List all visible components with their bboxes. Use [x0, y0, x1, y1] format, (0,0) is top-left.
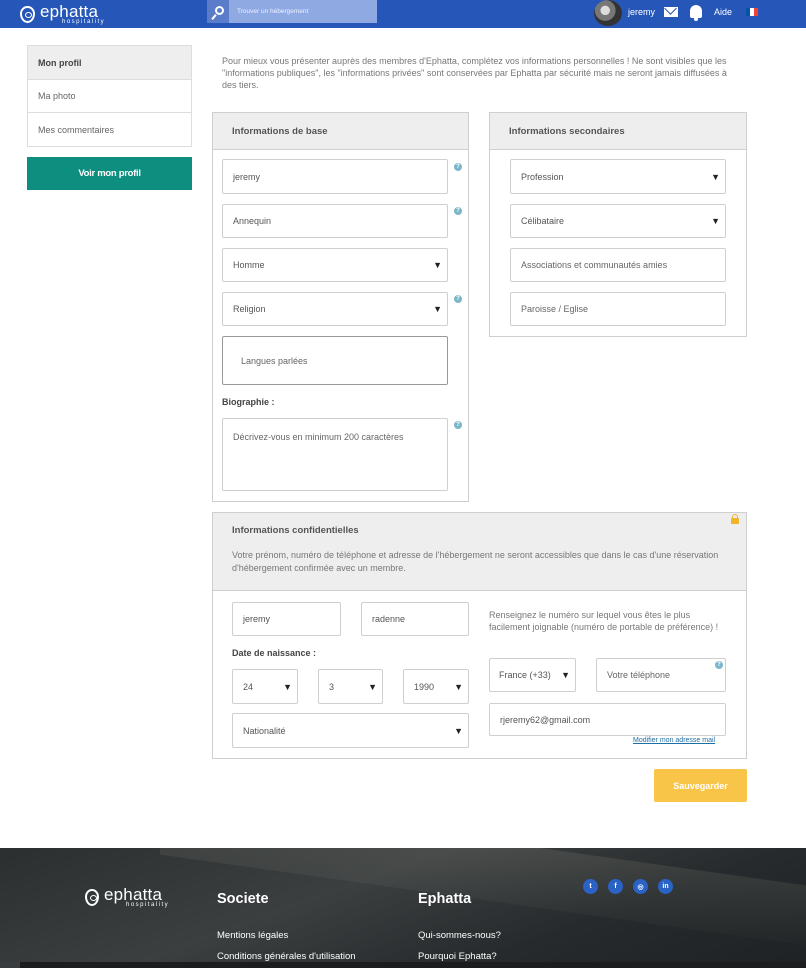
mail-icon[interactable] [663, 6, 678, 17]
bell-icon[interactable] [689, 5, 702, 21]
user-name[interactable]: jeremy [628, 7, 655, 17]
help-link[interactable]: Aide [714, 7, 732, 17]
birth-day-select[interactable]: 24 [232, 669, 298, 704]
languages-input[interactable]: Langues parlées [222, 336, 448, 385]
logo-name: ephatta [40, 2, 99, 21]
profile-sidebar: Mon profil Ma photo Mes commentaires [27, 45, 192, 147]
biography-label: Biographie : [222, 397, 275, 407]
search-bar [207, 0, 377, 23]
basic-info-title: Informations de base [213, 113, 468, 150]
parish-input[interactable]: Paroisse / Eglise [510, 292, 726, 326]
logo-pin-icon [20, 5, 35, 23]
footer-bottom-bar [0, 962, 806, 968]
gender-select[interactable]: Homme [222, 248, 448, 282]
profession-select[interactable]: Profession [510, 159, 726, 194]
search-input[interactable] [229, 8, 369, 15]
view-profile-button[interactable]: Voir mon profil [27, 157, 192, 190]
help-icon[interactable]: ? [454, 295, 462, 303]
nationality-select[interactable]: Nationalité [232, 713, 469, 748]
help-icon[interactable]: ? [454, 163, 462, 171]
footer-col-ephatta-title: Ephatta [418, 891, 472, 907]
birth-date-label: Date de naissance : [232, 648, 317, 658]
sidebar-item-profile[interactable]: Mon profil [28, 46, 191, 80]
logo-pin-icon [85, 888, 99, 906]
private-last-name-field[interactable]: radenne [361, 602, 469, 636]
biography-textarea[interactable]: Décrivez-vous en minimum 200 caractères [222, 418, 448, 491]
help-icon[interactable]: ? [454, 421, 462, 429]
phone-input[interactable]: Votre téléphone [596, 658, 726, 692]
first-name-field[interactable]: jeremy [222, 159, 448, 194]
confidential-info-title: Informations confidentielles [232, 525, 359, 536]
birth-month-select[interactable]: 3 [318, 669, 383, 704]
footer-link-about[interactable]: Qui-sommes-nous? [418, 930, 501, 941]
ephatta-logo[interactable]: ephatta hospitality [20, 0, 105, 28]
linkedin-icon[interactable]: in [658, 879, 673, 894]
email-field[interactable]: rjeremy62@gmail.com [489, 703, 726, 736]
sidebar-item-photo[interactable]: Ma photo [28, 80, 191, 113]
user-nav: jeremy Aide [593, 0, 806, 26]
footer: ephatta hospitality Societe Mentions lég… [0, 848, 806, 968]
phone-hint: Renseignez le numéro sur lequel vous ête… [489, 610, 719, 632]
logo-subtitle: hospitality [62, 19, 106, 25]
marital-status-select[interactable]: Célibataire [510, 204, 726, 238]
associations-input[interactable]: Associations et communautés amies [510, 248, 726, 282]
private-first-name-field[interactable]: jeremy [232, 602, 341, 636]
search-icon[interactable] [207, 0, 229, 23]
footer-link-legal[interactable]: Mentions légales [217, 930, 288, 941]
country-code-select[interactable]: France (+33) [489, 658, 576, 692]
religion-select[interactable]: Religion [222, 292, 448, 326]
save-button[interactable]: Sauvegarder [654, 769, 747, 802]
last-name-field[interactable]: Annequin [222, 204, 448, 238]
lock-icon [731, 514, 739, 524]
instagram-icon[interactable]: ◎ [633, 879, 648, 894]
help-icon[interactable]: ? [715, 661, 723, 669]
sidebar-item-comments[interactable]: Mes commentaires [28, 113, 191, 146]
facebook-icon[interactable]: f [608, 879, 623, 894]
intro-text: Pour mieux vous présenter auprès des mem… [222, 56, 727, 90]
twitter-icon[interactable]: t [583, 879, 598, 894]
french-flag-icon[interactable] [746, 7, 758, 16]
confidential-info-description: Votre prénom, numéro de téléphone et adr… [232, 550, 719, 573]
footer-link-terms[interactable]: Conditions générales d'utilisation [217, 951, 356, 962]
user-avatar[interactable] [593, 0, 622, 26]
footer-logo-subtitle: hospitality [126, 902, 170, 908]
secondary-info-title: Informations secondaires [490, 113, 746, 150]
footer-col-societe-title: Societe [217, 891, 269, 907]
modify-email-link[interactable]: Modifier mon adresse mail [633, 737, 715, 744]
footer-link-why[interactable]: Pourquoi Ephatta? [418, 951, 497, 962]
help-icon[interactable]: ? [454, 207, 462, 215]
footer-logo[interactable]: ephatta hospitality [85, 886, 169, 908]
birth-year-select[interactable]: 1990 [403, 669, 469, 704]
top-navbar: ephatta hospitality jeremy Aide [0, 0, 806, 28]
footer-logo-name: ephatta [104, 885, 163, 904]
